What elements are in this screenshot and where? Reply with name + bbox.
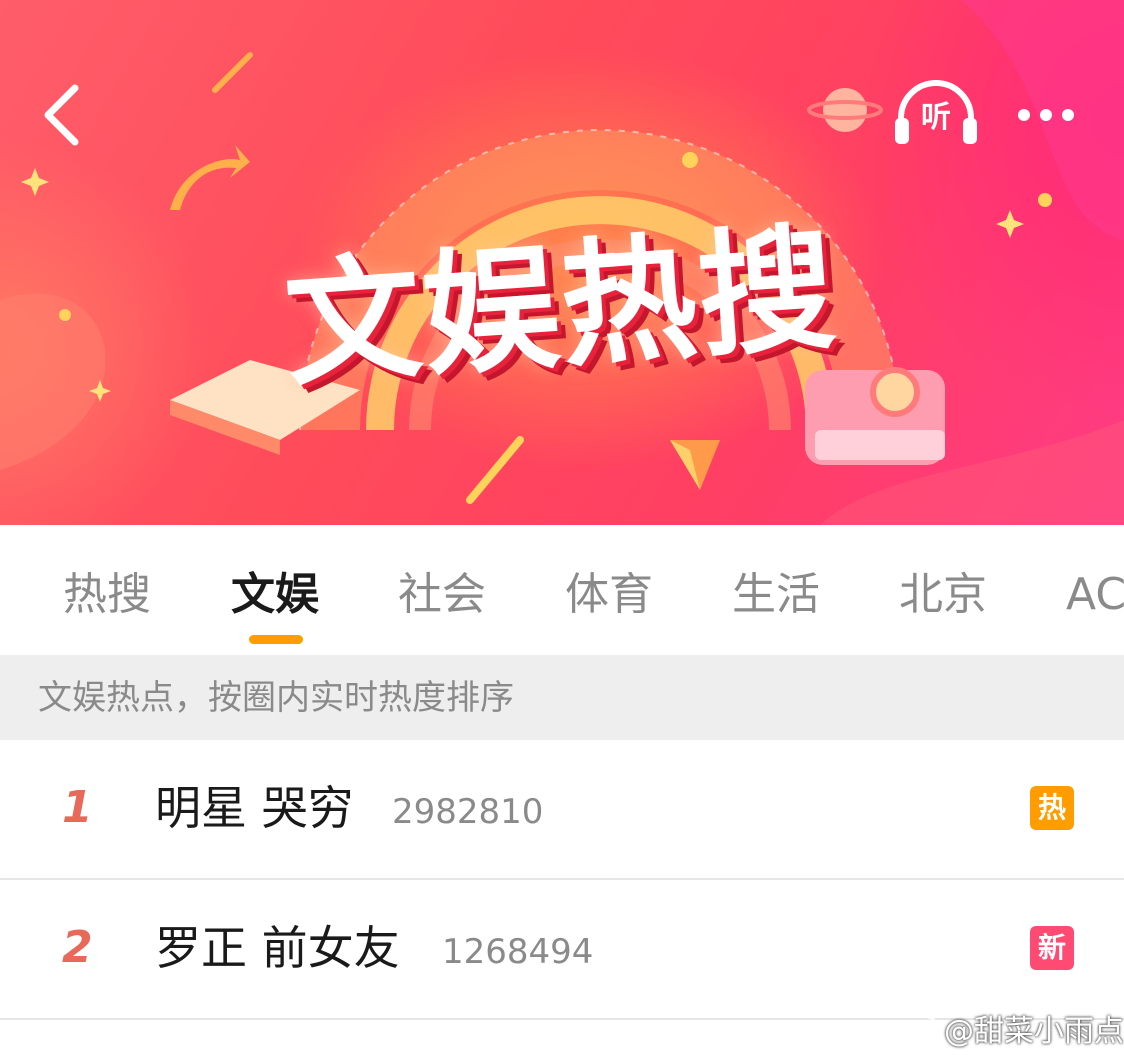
- info-strip: 文娱热点，按圈内实时热度排序: [0, 655, 1124, 740]
- list-item[interactable]: 1 明星 哭穷 2982810 热: [0, 740, 1124, 880]
- tab-ac[interactable]: AC: [1066, 565, 1124, 625]
- list-item[interactable]: 2 罗正 前女友 1268494 新: [0, 880, 1124, 1020]
- category-tabs: 热搜 文娱 社会 体育 生活 北京 AC: [0, 525, 1124, 655]
- hot-badge: 热: [1030, 786, 1074, 830]
- tab-society[interactable]: 社会: [398, 565, 486, 625]
- chevron-left-icon: [44, 84, 79, 146]
- tab-hot[interactable]: 热搜: [63, 565, 151, 625]
- banner-title-text: 文娱热搜: [280, 209, 842, 406]
- info-text: 文娱热点，按圈内实时热度排序: [38, 678, 514, 718]
- active-tab-indicator: [249, 635, 303, 644]
- watermark: @甜菜小雨点: [900, 1006, 1124, 1050]
- topic-title: 明星 哭穷: [155, 781, 354, 835]
- rank-number: 2: [62, 922, 93, 973]
- heat-count: 1268494: [442, 932, 594, 972]
- topic-title: 罗正 前女友: [155, 921, 400, 975]
- more-button[interactable]: [1010, 95, 1082, 135]
- banner-title: 文娱热搜: [235, 188, 885, 405]
- tab-entertainment[interactable]: 文娱: [231, 565, 319, 625]
- weibo-logo-icon: [901, 1015, 938, 1044]
- back-button[interactable]: [30, 70, 100, 160]
- watermark-text: @甜菜小雨点: [944, 1014, 1124, 1049]
- listen-button[interactable]: 听: [893, 78, 979, 148]
- tab-beijing[interactable]: 北京: [899, 565, 987, 625]
- rank-number: 1: [62, 782, 93, 833]
- listen-label: 听: [921, 100, 951, 135]
- tab-sports[interactable]: 体育: [565, 565, 653, 625]
- heat-count: 2982810: [392, 792, 544, 832]
- banner: 听 文娱热搜: [0, 0, 1124, 525]
- new-badge: 新: [1030, 926, 1074, 970]
- tab-life[interactable]: 生活: [732, 565, 820, 625]
- more-dots-icon: [1018, 109, 1074, 121]
